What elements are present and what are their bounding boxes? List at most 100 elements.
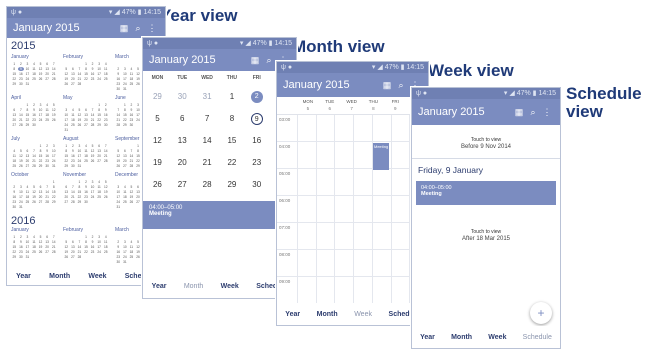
notification-icon: ψ ● xyxy=(416,90,428,97)
status-right: ▾ ◢ 47% ▮ 14:15 xyxy=(371,64,424,71)
nav-week[interactable]: Week xyxy=(88,273,106,280)
nav-week[interactable]: Week xyxy=(221,283,239,290)
calendar-icon[interactable]: ▦ xyxy=(248,55,262,66)
week-day-label: MON xyxy=(302,99,314,104)
mini-month-name: August xyxy=(63,136,79,142)
touch-to-view-before[interactable]: Touch to view Before 9 Nov 2014 xyxy=(412,125,560,158)
day-cell[interactable]: 1 xyxy=(220,91,245,103)
nav-month[interactable]: Month xyxy=(49,273,70,280)
week-date-label[interactable]: 5 xyxy=(297,106,319,111)
weekday-label: WED xyxy=(201,75,213,81)
bottom-nav: Year Month Week Schedule xyxy=(412,326,560,348)
day-cell[interactable]: 8 xyxy=(220,113,245,125)
mini-month[interactable]: May 1 2 3 4 5 6 7 8 9 10 11 12 13 14 15 16 17 18 19 20 21 22 23… xyxy=(63,95,109,132)
day-cell[interactable]: 14 xyxy=(195,135,220,147)
day-cell[interactable]: 13 xyxy=(170,135,195,147)
week-date-label[interactable]: 8 xyxy=(363,106,385,111)
week-date-label[interactable]: 9 xyxy=(384,106,406,111)
mini-month-name: October xyxy=(11,172,29,178)
nav-week[interactable]: Week xyxy=(488,334,506,341)
month-days-grid: 2930311235678910121314151617192021222324… xyxy=(143,85,296,197)
day-cell[interactable]: 15 xyxy=(220,135,245,147)
mini-month[interactable]: January 1 2 3 4 5 6 7 8 9 10 11 12 13 14 15 16 17 18 19 20 21… xyxy=(11,54,57,91)
more-icon[interactable]: ⋮ xyxy=(145,23,159,34)
notification-icon: ψ ● xyxy=(281,64,293,71)
mini-month[interactable]: October 1 2 3 4 5 6 7 8 9 10 11 12 13 14 15 16 17 18 19 20 21… xyxy=(11,172,57,209)
status-right: ▾ ◢ 47% ▮ 14:15 xyxy=(239,40,292,47)
app-title: January 2015 xyxy=(13,22,80,34)
nav-week[interactable]: Week xyxy=(354,311,372,318)
app-title: January 2015 xyxy=(283,79,350,91)
event-title: Meeting xyxy=(421,191,442,197)
day-heading: Friday, 9 January xyxy=(412,158,560,179)
day-cell[interactable]: 16 xyxy=(244,135,269,147)
nav-year[interactable]: Year xyxy=(152,283,167,290)
nav-month[interactable]: Month xyxy=(184,283,203,290)
search-icon[interactable]: ⌕ xyxy=(131,23,145,34)
nav-month[interactable]: Month xyxy=(317,311,338,318)
touch-to-view-after[interactable]: Touch to view After 18 Mar 2015 xyxy=(412,207,560,250)
day-cell[interactable]: 19 xyxy=(145,157,170,169)
day-cell[interactable]: 23 xyxy=(244,157,269,169)
day-cell[interactable]: 7 xyxy=(195,113,220,125)
mini-month[interactable]: April 1 2 3 4 5 6 7 8 9 10 11 12 13 14 15 16 17 18 19 20 21 22… xyxy=(11,95,57,132)
status-bar: ψ ● ▾ ◢ 47% ▮ 14:15 xyxy=(7,7,165,18)
nav-year[interactable]: Year xyxy=(285,311,300,318)
day-cell[interactable]: 9 xyxy=(250,113,263,125)
nav-schedule[interactable]: Schedule xyxy=(523,334,552,341)
calendar-icon[interactable]: ▦ xyxy=(512,107,526,118)
mini-month-days: 1234567891011121314151617181920212223242… xyxy=(12,144,56,168)
event-block[interactable]: Meeting xyxy=(373,143,389,170)
nav-year[interactable]: Year xyxy=(420,334,435,341)
nav-year[interactable]: Year xyxy=(16,273,31,280)
day-cell[interactable]: 30 xyxy=(244,179,269,191)
mini-month-name: February xyxy=(63,54,84,60)
mini-month-name: July xyxy=(11,136,20,142)
calendar-icon[interactable]: ▦ xyxy=(117,23,131,34)
day-cell[interactable]: 21 xyxy=(195,157,220,169)
hour-label: 05:00 xyxy=(279,171,291,176)
day-cell[interactable]: 27 xyxy=(170,179,195,191)
search-icon[interactable]: ⌕ xyxy=(262,55,276,66)
day-cell[interactable]: 6 xyxy=(170,113,195,125)
add-event-button[interactable]: + xyxy=(530,302,552,324)
weekday-label: THU xyxy=(226,75,238,81)
battery-level: 47% xyxy=(384,64,399,71)
week-date-label[interactable]: 7 xyxy=(341,106,363,111)
nav-month[interactable]: Month xyxy=(451,334,472,341)
more-icon[interactable]: ⋮ xyxy=(540,107,554,118)
search-icon[interactable]: ⌕ xyxy=(526,107,540,118)
hour-label: 04:00 xyxy=(279,144,291,149)
day-columns xyxy=(297,115,428,305)
calendar-icon[interactable]: ▦ xyxy=(380,80,394,91)
day-cell[interactable]: 28 xyxy=(195,179,220,191)
battery-level: 47% xyxy=(121,9,136,16)
schedule-view-label-line1: Schedule xyxy=(566,84,642,103)
day-cell[interactable]: 12 xyxy=(145,135,170,147)
event-card[interactable]: 04:00–05:00 Meeting xyxy=(143,201,296,229)
day-cell[interactable]: 20 xyxy=(170,157,195,169)
day-cell[interactable]: 30 xyxy=(170,91,195,103)
mini-month[interactable]: July 1 2 3 4 5 6 7 8 9 10 11 12 13 14 15 16 17 18 19 20 21 22 2… xyxy=(11,136,57,168)
mini-month[interactable]: August 1 2 3 4 5 6 7 8 9 10 11 12 13 14 15 16 17 18 19 20 21 2… xyxy=(63,136,109,168)
week-time-grid: 09:00 08:00 07:00 06:00 05:00 04:00 03:00 Meet… xyxy=(277,115,428,305)
day-cell[interactable]: 29 xyxy=(145,91,170,103)
mini-month[interactable]: February 1 2 3 4 5 6 7 8 9 10 11 12 13 14 15 16 17 18 19 20 2… xyxy=(63,227,109,264)
weekday-label: MON xyxy=(151,75,164,81)
day-cell[interactable]: 22 xyxy=(220,157,245,169)
week-date-label[interactable]: 6 xyxy=(319,106,341,111)
mini-month[interactable]: January 1 2 3 4 5 6 7 8 9 10 11 12 13 14 15 16 17 18 19 20 21… xyxy=(11,227,57,264)
mini-month[interactable]: November 1 2 3 4 5 6 7 8 9 10 11 12 13 14 15 16 17 18 19 20 2… xyxy=(63,172,109,209)
day-cell[interactable]: 26 xyxy=(145,179,170,191)
event-card[interactable]: 04:00–05:00 Meeting xyxy=(416,181,556,205)
day-cell[interactable]: 2 xyxy=(250,91,263,103)
mini-month[interactable]: February 1 2 3 4 5 6 7 8 9 10 11 12 13 14 15 16 17 18 19 20 2… xyxy=(63,54,109,91)
touch-label: Touch to view xyxy=(470,137,502,143)
search-icon[interactable]: ⌕ xyxy=(394,80,408,91)
battery-level: 47% xyxy=(252,40,267,47)
mini-month-name: May xyxy=(63,95,73,101)
day-cell[interactable]: 29 xyxy=(220,179,245,191)
day-cell[interactable]: 31 xyxy=(195,91,220,103)
day-cell[interactable]: 5 xyxy=(145,113,170,125)
mini-month-days: 1234567891011121314151617181920212223242… xyxy=(64,62,108,86)
